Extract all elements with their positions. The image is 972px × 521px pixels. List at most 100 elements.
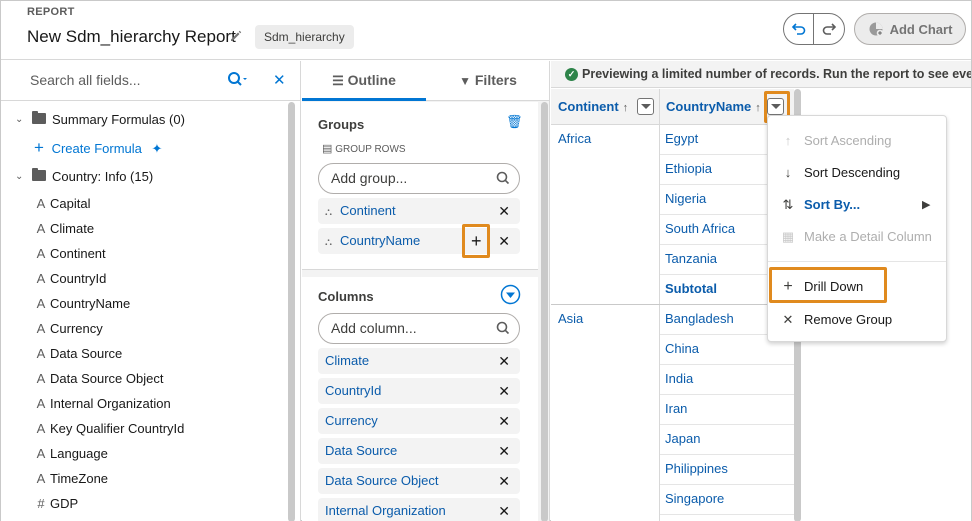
chevron-down-icon[interactable]: ⌄ <box>15 165 23 189</box>
success-check-icon: ✓ <box>565 68 578 81</box>
remove-icon[interactable]: ✕ <box>498 378 510 404</box>
field-item[interactable]: A Data Source <box>1 341 286 366</box>
country-cell[interactable]: China <box>665 334 699 364</box>
outline-panel: ☰ Outline ▼ Filters Groups 🗑 ▤ GROUP ROW… <box>302 61 550 521</box>
column-chip[interactable]: Data Source ✕ <box>318 438 520 464</box>
country-cell[interactable]: Philippines <box>665 454 728 484</box>
field-item[interactable]: A Climate <box>1 216 286 241</box>
tab-outline[interactable]: ☰ Outline <box>302 61 426 101</box>
search-icon[interactable] <box>227 71 247 89</box>
column-menu-button[interactable] <box>637 98 654 115</box>
scrollbar[interactable] <box>288 102 295 521</box>
field-item[interactable]: A Key Qualifier CountryId <box>1 416 286 441</box>
column-chip[interactable]: CountryId ✕ <box>318 378 520 404</box>
undo-button[interactable] <box>784 14 815 44</box>
continent-cell[interactable]: Asia <box>558 304 583 334</box>
column-chip[interactable]: Currency ✕ <box>318 408 520 434</box>
menu-item-sort-ascending[interactable]: ↑ Sort Ascending <box>768 125 946 157</box>
report-type-badge: Sdm_hierarchy <box>255 25 354 49</box>
add-column-input[interactable]: Add column... <box>318 313 520 344</box>
field-item[interactable]: A CountryId <box>1 266 286 291</box>
field-item-label: Climate <box>50 221 95 236</box>
undo-icon <box>791 23 805 35</box>
tab-filters[interactable]: ▼ Filters <box>426 61 549 101</box>
clear-search-icon[interactable]: ✕ <box>273 71 286 89</box>
country-cell[interactable]: Ethiopia <box>665 154 712 184</box>
field-item[interactable]: A Continent <box>1 241 286 266</box>
field-item-label: Data Source Object <box>50 371 164 386</box>
text-field-icon: A <box>36 446 46 461</box>
tab-outline-label: Outline <box>347 72 396 88</box>
continent-cell[interactable]: Africa <box>558 124 591 154</box>
add-group-input[interactable]: Add group... <box>318 163 520 194</box>
trash-icon[interactable]: 🗑 <box>506 114 523 130</box>
remove-icon[interactable]: ✕ <box>498 228 510 254</box>
field-item[interactable]: A Capital <box>1 191 286 216</box>
preview-banner-text: Previewing a limited number of records. … <box>582 67 971 81</box>
column-chip-label: Internal Organization <box>325 503 446 518</box>
subtotal-cell[interactable]: Subtotal <box>665 274 717 304</box>
column-chip[interactable]: Internal Organization ✕ <box>318 498 520 521</box>
pencil-icon[interactable] <box>229 29 243 43</box>
country-cell[interactable]: India <box>665 364 693 394</box>
remove-icon[interactable]: ✕ <box>498 468 510 494</box>
field-item[interactable]: A CountryName <box>1 291 286 316</box>
sort-arrow-icon: ↑ <box>755 102 761 114</box>
country-cell[interactable]: Japan <box>665 424 700 454</box>
field-item-label: CountryId <box>50 271 107 286</box>
create-formula-link[interactable]: + Create Formula ✦ <box>34 136 162 160</box>
field-item[interactable]: A Language <box>1 441 286 466</box>
column-chip-label: Currency <box>325 413 378 428</box>
chevron-right-icon: ▶ <box>922 199 931 211</box>
country-cell[interactable]: Iran <box>665 394 687 424</box>
folder-icon <box>32 168 46 181</box>
column-chip[interactable]: Data Source Object ✕ <box>318 468 520 494</box>
chevron-down-icon[interactable]: ⌄ <box>15 108 23 132</box>
collapse-icon[interactable] <box>500 284 521 305</box>
remove-icon[interactable]: ✕ <box>498 408 510 434</box>
list-icon: ☰ <box>332 73 344 88</box>
summary-formulas-folder[interactable]: ⌄ Summary Formulas (0) <box>1 108 291 132</box>
menu-item-remove-group[interactable]: ✕ Remove Group <box>768 304 946 336</box>
tab-filters-label: Filters <box>474 72 517 88</box>
remove-icon[interactable]: ✕ <box>498 438 510 464</box>
add-chart-button[interactable]: Add Chart <box>854 13 966 45</box>
country-cell[interactable]: Tanzania <box>665 244 717 274</box>
text-field-icon: A <box>36 471 46 486</box>
remove-icon[interactable]: ✕ <box>498 498 510 521</box>
column-chip-label: Climate <box>325 353 370 368</box>
country-cell[interactable]: Nigeria <box>665 184 706 214</box>
field-item[interactable]: A TimeZone <box>1 466 286 491</box>
country-info-folder[interactable]: ⌄ Country: Info (15) <box>1 165 291 189</box>
country-cell[interactable]: South Africa <box>665 214 735 244</box>
country-cell[interactable]: Bangladesh <box>665 304 734 334</box>
column-header-label: CountryName <box>666 99 752 114</box>
text-field-icon: A <box>36 346 46 361</box>
menu-item-sort-descending[interactable]: ↓ Sort Descending <box>768 157 946 189</box>
scrollbar[interactable] <box>541 102 548 521</box>
field-item[interactable]: # GDP <box>1 491 286 516</box>
column-dropdown-menu: ↑ Sort Ascending ↓ Sort Descending ⇅ Sor… <box>767 115 947 342</box>
remove-icon[interactable]: ✕ <box>498 348 510 374</box>
column-chip[interactable]: Climate ✕ <box>318 348 520 374</box>
table-icon: ▦ <box>781 229 795 244</box>
field-item[interactable]: A Currency <box>1 316 286 341</box>
search-icon <box>496 321 510 335</box>
country-cell[interactable]: Egypt <box>665 124 698 154</box>
sort-icon: ⇅ <box>782 197 794 212</box>
plus-icon: + <box>34 138 44 157</box>
redo-button[interactable] <box>814 14 844 44</box>
remove-icon[interactable]: ✕ <box>498 198 510 224</box>
text-field-icon: A <box>36 321 46 336</box>
group-chip-continent[interactable]: ⛬ Continent ✕ <box>318 198 520 224</box>
column-header-label: Continent <box>558 99 619 114</box>
field-item[interactable]: A Internal Organization <box>1 391 286 416</box>
field-item[interactable]: A Data Source Object <box>1 366 286 391</box>
columns-section: Columns Add column... Climate ✕ CountryId ✕… <box>302 277 538 521</box>
column-header-continent[interactable]: Continent ↑ <box>551 89 659 125</box>
menu-item-make-detail-column[interactable]: ▦ Make a Detail Column <box>768 221 946 253</box>
menu-item-sort-by[interactable]: ⇅ Sort By... ▶ <box>768 189 946 221</box>
search-input[interactable]: Search all fields... <box>30 72 141 88</box>
field-search[interactable]: Search all fields... ✕ <box>1 61 300 101</box>
country-cell[interactable]: Singapore <box>665 484 724 514</box>
